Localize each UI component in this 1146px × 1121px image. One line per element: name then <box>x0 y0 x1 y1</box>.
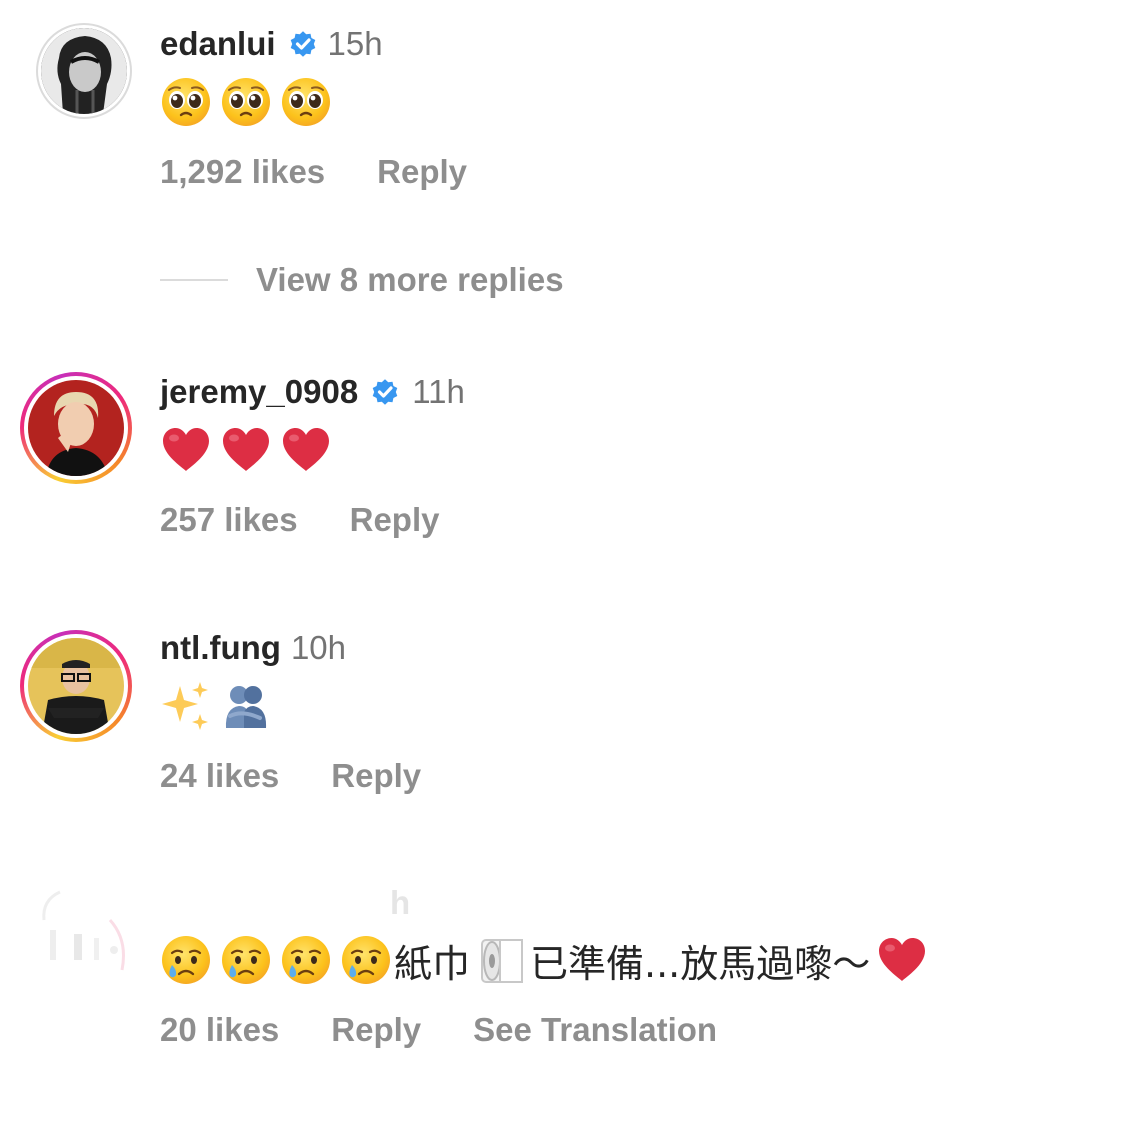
avatar[interactable] <box>20 372 132 484</box>
likes-count[interactable]: 1,292 likes <box>160 153 325 191</box>
people-hugging-emoji <box>223 684 269 730</box>
username[interactable]: edanlui <box>160 25 276 63</box>
pleading-face-emoji <box>280 76 332 128</box>
crying-face-emoji <box>220 934 272 986</box>
see-translation-button[interactable]: See Translation <box>473 1011 717 1049</box>
crying-face-emoji <box>340 934 392 986</box>
reply-button[interactable]: Reply <box>350 501 440 539</box>
avatar[interactable] <box>36 23 132 119</box>
avatar-image <box>42 890 125 971</box>
likes-count[interactable]: 257 likes <box>160 501 298 539</box>
red-heart-emoji <box>879 938 926 981</box>
comment-body <box>160 74 340 130</box>
comment-body <box>160 678 280 734</box>
timestamp: 15h <box>327 25 383 62</box>
timestamp: 10h <box>290 629 347 666</box>
comment-text: 紙巾 <box>394 941 471 986</box>
red-heart-emoji <box>163 428 209 471</box>
likes-count[interactable]: 24 likes <box>160 757 279 795</box>
reply-button[interactable]: Reply <box>377 153 467 191</box>
reply-button[interactable]: Reply <box>331 1011 421 1049</box>
verified-badge-icon <box>371 377 400 407</box>
comment-body: 紙巾 已準備...放馬過嚟～ <box>160 932 936 988</box>
username[interactable]: jeremy_0908 <box>160 373 358 411</box>
comment-body <box>160 422 340 478</box>
red-heart-emoji <box>223 428 269 471</box>
avatar-image <box>28 638 124 734</box>
view-more-replies[interactable]: View 8 more replies <box>160 258 564 302</box>
roll-of-paper-emoji <box>481 939 524 983</box>
crying-face-emoji <box>160 934 212 986</box>
view-more-label: View 8 more replies <box>256 261 564 298</box>
avatar-image <box>28 380 124 476</box>
pleading-face-emoji <box>160 76 212 128</box>
faded-timestamp: h <box>390 884 411 921</box>
likes-count[interactable]: 20 likes <box>160 1011 279 1049</box>
verified-badge-icon <box>288 29 317 59</box>
pleading-face-emoji <box>220 76 272 128</box>
avatar[interactable] <box>20 630 132 742</box>
sparkles-emoji <box>162 682 208 730</box>
reply-button[interactable]: Reply <box>331 757 421 795</box>
username-faded: h <box>390 884 410 922</box>
comment-text: 已準備...放馬過嚟～ <box>530 941 871 986</box>
red-heart-emoji <box>283 428 329 471</box>
avatar[interactable] <box>30 880 134 990</box>
timestamp: 11h <box>412 373 465 410</box>
avatar-image <box>41 28 127 114</box>
username[interactable]: ntl.fung <box>160 629 281 667</box>
crying-face-emoji <box>280 934 332 986</box>
divider-line <box>160 279 228 281</box>
